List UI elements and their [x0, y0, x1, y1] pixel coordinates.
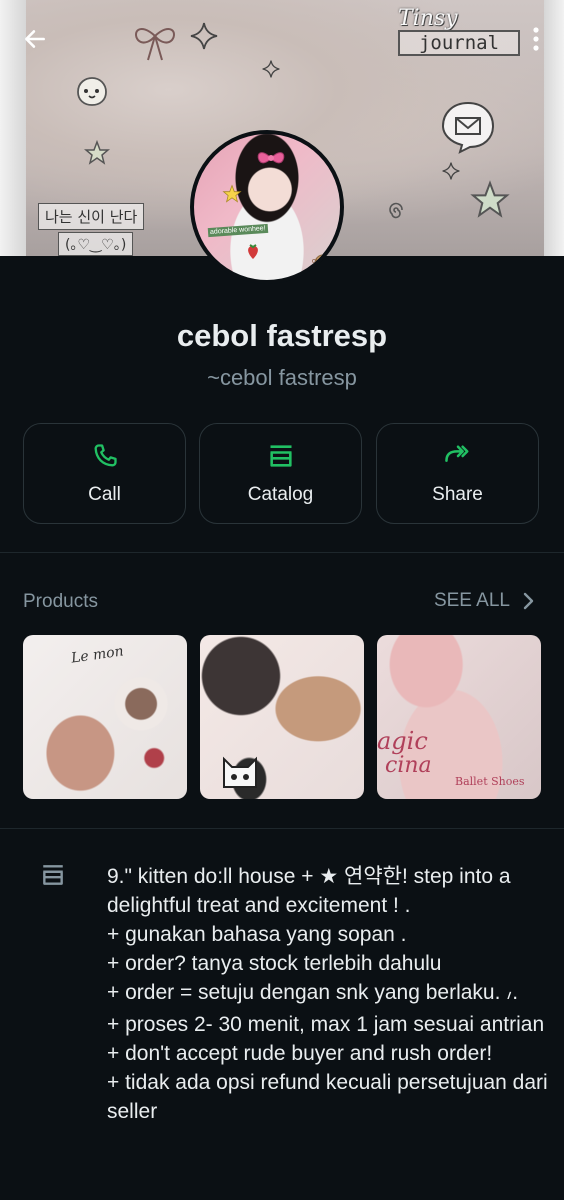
product-thumbnail[interactable]: agic cina Ballet Shoes	[377, 635, 541, 799]
bunny-face-icon	[77, 77, 107, 106]
profile-subname: ~cebol fastresp	[207, 365, 357, 390]
share-button[interactable]: Share	[376, 423, 539, 524]
section-divider	[0, 552, 564, 553]
description-line: + gunakan bahasa yang sopan .	[107, 923, 407, 946]
product-thumbnail[interactable]	[200, 635, 364, 799]
profile-avatar[interactable]: adorable wonhee! cuuTiee!	[190, 130, 344, 284]
share-label: Share	[432, 483, 483, 505]
catalog-label: Catalog	[247, 483, 314, 505]
cover-text-journal: journal	[398, 30, 520, 56]
cover-text-tinsy: Tinsy	[398, 6, 458, 31]
avatar-star-sticker	[222, 184, 242, 203]
storefront-icon	[269, 444, 292, 467]
star-icon	[470, 180, 510, 218]
thumbnail-text: Ballet Shoes	[455, 775, 525, 788]
thumbnail-text: Le mon	[70, 643, 125, 667]
cat-face-doodle	[223, 756, 257, 788]
storefront-icon	[43, 865, 63, 885]
description-line: + order = setuju dengan snk yang berlaku…	[107, 981, 519, 1004]
phone-icon	[94, 443, 117, 466]
back-button[interactable]	[18, 22, 52, 56]
sparkle-icon	[262, 60, 280, 78]
profile-name: cebol fastresp	[176, 318, 388, 353]
more-options-button[interactable]	[526, 22, 546, 56]
thumbnail-text: cina	[385, 753, 432, 778]
description-line: + tidak ada opsi refund kecuali persetuj…	[107, 1071, 548, 1123]
product-thumbnail[interactable]: Le mon	[23, 635, 187, 799]
sparkle-icon	[442, 162, 460, 180]
see-all-label: SEE ALL	[433, 590, 510, 611]
cover-korean-label: 나는 신이 난다	[38, 203, 145, 230]
spiral-doodle	[389, 202, 403, 219]
avatar-strawberry-sticker	[248, 244, 258, 259]
cover-emoticon-label: (｡♡‿♡｡)	[58, 232, 134, 256]
catalog-button[interactable]: Catalog	[199, 423, 362, 524]
arrow-left-icon	[25, 30, 45, 48]
description-line: + order? tanya stock terlebih dahulu	[107, 952, 442, 975]
mail-bubble-icon	[441, 101, 495, 154]
products-title: Products	[23, 591, 98, 612]
avatar-sticker-label: adorable wonhee!	[207, 223, 268, 238]
forward-icon	[444, 445, 468, 462]
call-button[interactable]: Call	[23, 423, 186, 524]
more-vertical-icon	[533, 27, 539, 51]
star-icon	[84, 140, 110, 165]
sparkle-icon	[190, 22, 218, 50]
chevron-right-icon	[523, 592, 534, 610]
business-description: 9." kitten do:ll house + ★ 연약한! step int…	[107, 862, 557, 1126]
description-line: + proses 2- 30 menit, max 1 jam sesuai a…	[107, 1013, 545, 1036]
cover-frame-right	[544, 0, 564, 256]
thumbnail-text: agic	[377, 727, 428, 755]
avatar-bow-sticker	[257, 152, 285, 164]
see-all-link[interactable]: SEE ALL	[434, 590, 534, 612]
description-line: + don't accept rude buyer and rush order…	[107, 1042, 493, 1065]
bow-doodle	[135, 28, 175, 61]
call-label: Call	[88, 483, 121, 505]
description-line: 9." kitten do:ll house + ★ 연약한! step int…	[107, 865, 511, 917]
avatar-sticker-label: cuuTiee!	[312, 258, 339, 265]
section-divider	[0, 828, 564, 829]
